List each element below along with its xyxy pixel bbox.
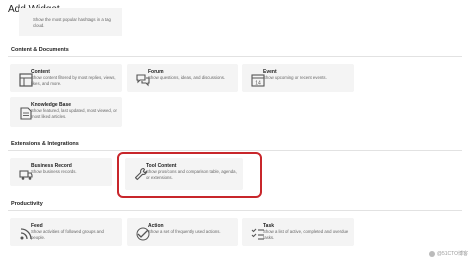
widget-card-forum[interactable]: Forum Show questions, ideas, and discuss… <box>127 64 238 92</box>
widget-card-action[interactable]: Action Show a set of frequently used act… <box>127 218 238 246</box>
widget-card-desc: Show featured, last updated, most viewed… <box>31 108 117 119</box>
section-label-content: Content & Documents <box>11 47 69 53</box>
calendar-day: 14 <box>255 81 261 87</box>
watermark-logo-icon <box>428 250 435 257</box>
section-label-extensions: Extensions & Integrations <box>11 141 79 147</box>
widget-card-desc: Show the most popular hashtags in a tag … <box>33 17 111 28</box>
section-divider <box>8 210 462 211</box>
section-divider <box>8 150 462 151</box>
widget-card-feed[interactable]: Feed Show activities of followed groups … <box>10 218 122 246</box>
widget-card-event[interactable]: 14 Event Show upcoming or recent events. <box>242 64 354 92</box>
widget-card-knowledge-base[interactable]: Knowledge Base Show featured, last updat… <box>10 97 122 127</box>
widget-card-desc: Show questions, ideas, and discussions. <box>148 75 226 80</box>
widget-card-desc: Show activities of followed groups and p… <box>31 229 104 240</box>
watermark-text: @51CTO博客 <box>436 251 468 257</box>
widget-card-desc: Show a list of active, completed and ove… <box>263 229 349 240</box>
widget-card-desc: Show a set of frequently used actions. <box>148 229 221 234</box>
widget-card-task[interactable]: Task Show a list of active, completed an… <box>242 218 354 246</box>
widget-card-desc: Show upcoming or recent events. <box>263 75 327 80</box>
widget-card-hashtags[interactable]: Show the most popular hashtags in a tag … <box>19 8 122 36</box>
widget-card-desc: Show business records. <box>31 169 77 174</box>
section-divider <box>8 56 462 57</box>
watermark: @51CTO博客 <box>428 250 468 257</box>
section-label-productivity: Productivity <box>11 201 43 207</box>
widget-card-content[interactable]: Content Show content filtered by most re… <box>10 64 122 92</box>
widget-card-business-record[interactable]: Business Record Show business records. <box>10 158 112 186</box>
highlight-frame <box>117 152 262 198</box>
widget-card-desc: Show content filtered by most replies, v… <box>31 75 116 86</box>
